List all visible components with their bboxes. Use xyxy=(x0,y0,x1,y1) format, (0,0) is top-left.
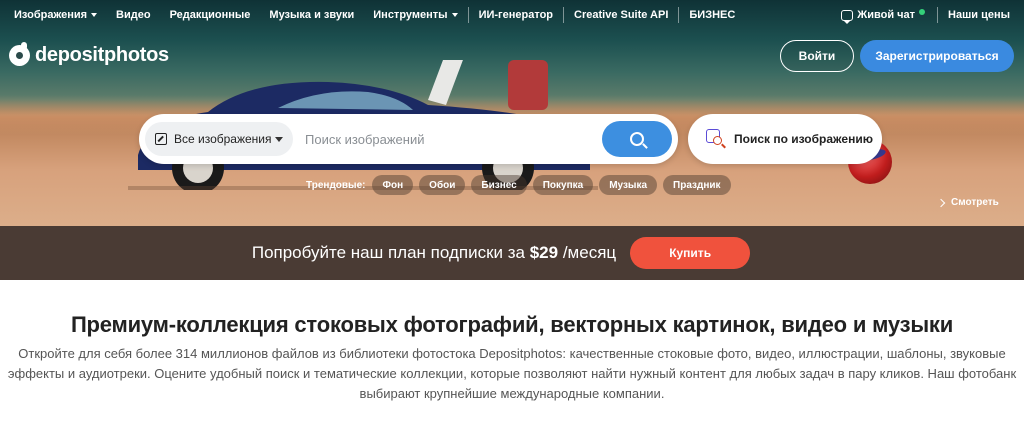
search-bar: Все изображения xyxy=(139,114,678,164)
search-icon xyxy=(630,132,644,146)
chevron-down-icon xyxy=(451,13,458,17)
trending-tag[interactable]: Музыка xyxy=(599,175,658,195)
trending-tag[interactable]: Обои xyxy=(419,175,466,195)
trending-tag[interactable]: Праздник xyxy=(663,175,731,195)
promo-price: $29 xyxy=(529,243,559,262)
nav-divider xyxy=(467,7,469,23)
nav-divider xyxy=(678,7,680,23)
intro-section: Премиум-коллекция стоковых фотографий, в… xyxy=(0,312,1024,404)
live-chat-link[interactable]: Живой чат xyxy=(841,9,926,24)
search-input[interactable] xyxy=(293,131,602,147)
nav-editorial[interactable]: Редакционные xyxy=(170,9,251,21)
brand-name: depositphotos xyxy=(35,44,169,66)
top-navigation: Изображения Видео Редакционные Музыка и … xyxy=(0,0,1024,30)
nav-video[interactable]: Видео xyxy=(116,9,151,21)
image-search-button[interactable]: Поиск по изображению xyxy=(688,114,882,164)
image-type-icon xyxy=(155,133,167,145)
search-type-select[interactable]: Все изображения xyxy=(145,122,293,156)
nav-tools[interactable]: Инструменты xyxy=(373,9,458,21)
buy-button[interactable]: Купить xyxy=(630,237,751,269)
register-button[interactable]: Зарегистрироваться xyxy=(860,40,1014,72)
trending-label: Трендовые: xyxy=(306,179,366,191)
promo-text: Попробуйте наш план подписки за $29 /мес… xyxy=(251,243,617,262)
trending-tag[interactable]: Фон xyxy=(372,175,414,195)
image-search-icon xyxy=(706,129,726,149)
chevron-down-icon xyxy=(91,13,98,17)
depositphotos-logo-icon xyxy=(9,42,30,66)
chat-bubble-icon xyxy=(841,9,854,24)
login-button[interactable]: Войти xyxy=(780,40,854,72)
subscription-promo-bar: Попробуйте наш план подписки за $29 /мес… xyxy=(0,226,1024,280)
nav-ai-generator[interactable]: ИИ-генератор xyxy=(479,9,553,21)
nav-music[interactable]: Музыка и звуки xyxy=(269,9,354,21)
chevron-down-icon xyxy=(275,136,283,142)
nav-business[interactable]: БИЗНЕС xyxy=(689,9,735,21)
nav-creative-suite-api[interactable]: Creative Suite API xyxy=(574,9,668,21)
chevron-right-icon xyxy=(936,198,946,207)
prices-link[interactable]: Наши цены xyxy=(948,9,1010,21)
nav-images[interactable]: Изображения xyxy=(14,9,98,21)
see-hero-link[interactable]: Смотреть xyxy=(936,197,999,208)
page-title: Премиум-коллекция стоковых фотографий, в… xyxy=(70,312,954,337)
online-status-dot xyxy=(919,9,926,15)
trending-tags: Трендовые: Фон Обои Бизнес Покупка Музык… xyxy=(306,175,737,195)
trending-tag[interactable]: Бизнес xyxy=(471,175,527,195)
nav-right: Живой чат Наши цены xyxy=(841,7,1010,24)
nav-divider xyxy=(937,7,939,23)
page-description: Откройте для себя более 314 миллионов фа… xyxy=(7,346,1017,401)
trending-tag[interactable]: Покупка xyxy=(532,175,594,195)
brand-logo[interactable]: depositphotos xyxy=(9,42,169,67)
nav-divider xyxy=(563,7,565,23)
search-button[interactable] xyxy=(602,121,672,157)
